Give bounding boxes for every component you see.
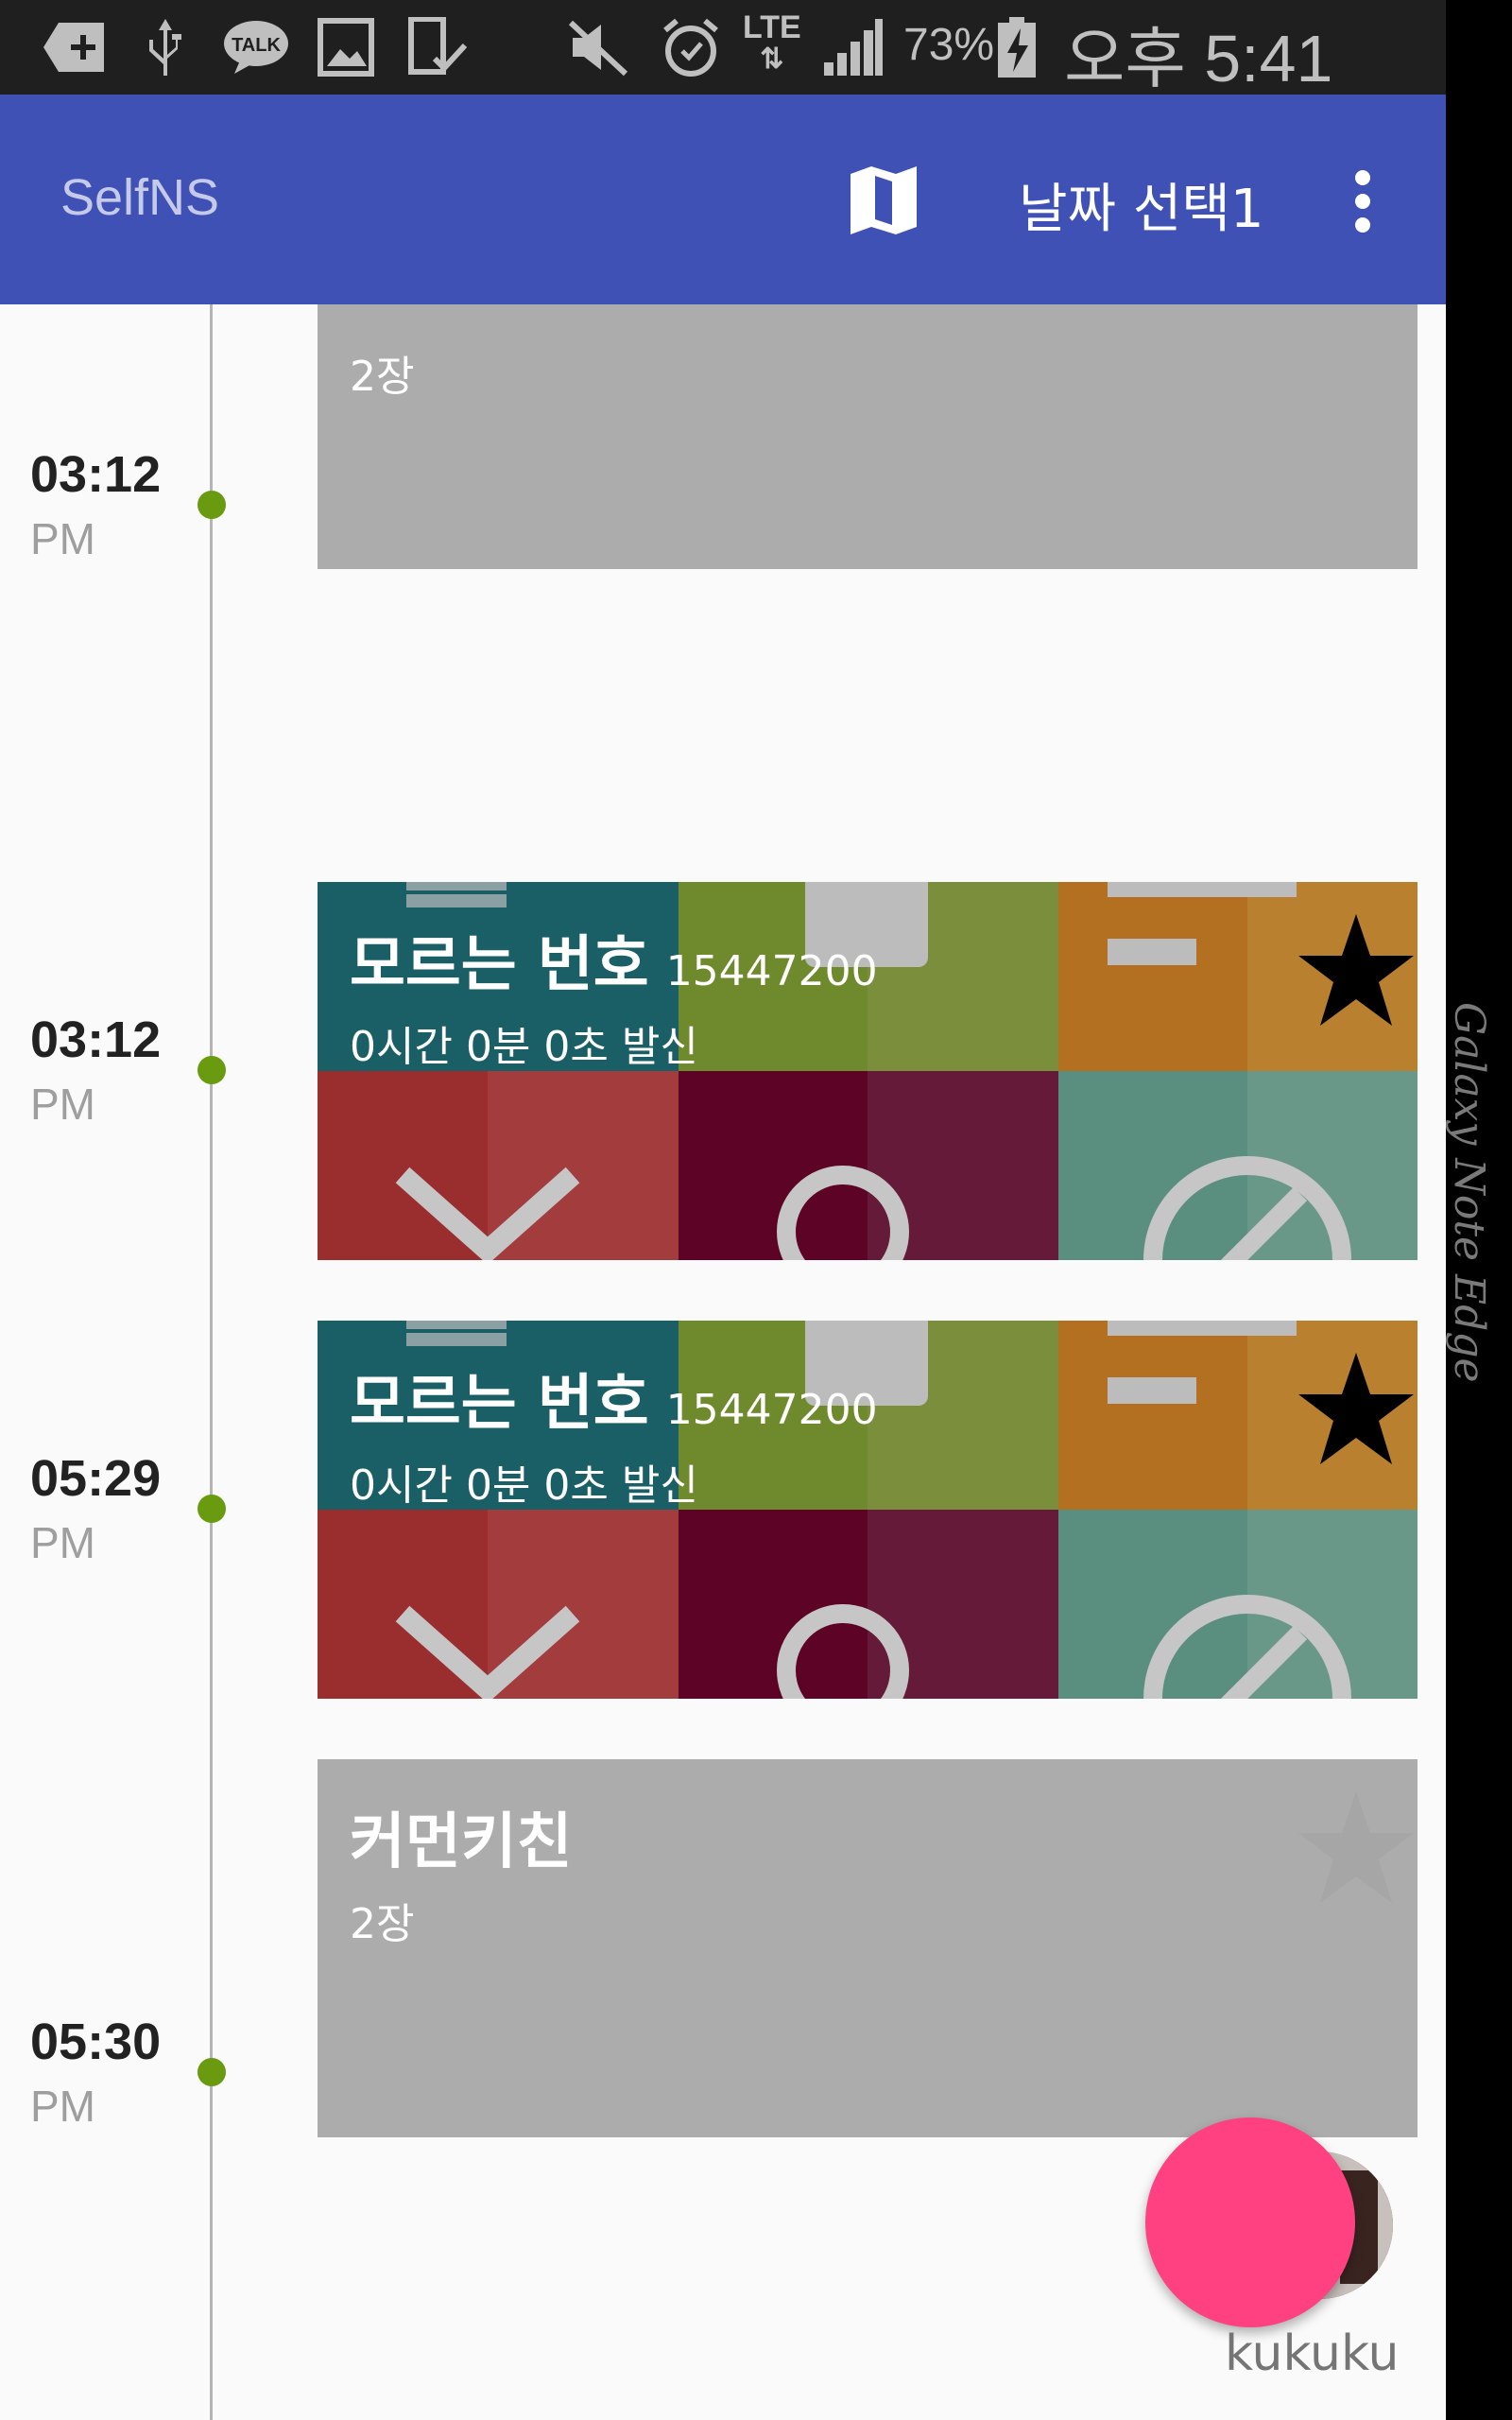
time-ampm: PM xyxy=(30,514,95,563)
timeline-time: 05:30 PM xyxy=(30,2014,161,2135)
photo-card[interactable]: 2장 xyxy=(318,304,1418,569)
timeline-dot xyxy=(198,1056,226,1084)
timeline-time: 03:12 PM xyxy=(30,1011,161,1132)
caller-number: 15447200 xyxy=(665,1386,878,1434)
lte-data-icon: LTE ⇅ xyxy=(743,9,801,75)
status-bar: TALK LTE ⇅ 73% 오후 5:41 xyxy=(0,0,1446,95)
star-outline-icon[interactable] xyxy=(1295,1789,1418,1907)
fab-button[interactable] xyxy=(1145,2118,1355,2327)
photo-card[interactable]: 커먼키친 2장 xyxy=(318,1759,1418,2137)
time-ampm: PM xyxy=(30,1518,95,1567)
photo-count: 2장 xyxy=(350,1900,415,1948)
talk-icon-label: TALK xyxy=(232,35,281,56)
place-name: 커먼키친 xyxy=(350,1807,573,1877)
call-card[interactable]: 모르는 번호 15447200 0시간 0분 0초 발신 xyxy=(318,1321,1418,1699)
caller-name: 모르는 번호 15447200 xyxy=(350,916,878,1003)
timeline-list[interactable]: 03:12 PM 2장 03:12 PM 모르는 번호 15447200 0시간… xyxy=(0,304,1446,2420)
mute-icon xyxy=(568,20,628,77)
time-ampm: PM xyxy=(30,2082,95,2131)
call-detail: 0시간 0분 0초 발신 xyxy=(350,1023,698,1071)
more-options-icon[interactable] xyxy=(1340,168,1385,234)
star-icon[interactable] xyxy=(1295,1351,1418,1468)
caller-name-text: 모르는 번호 xyxy=(350,1369,649,1439)
timeline-dot xyxy=(198,1495,226,1523)
timeline-time: 03:12 PM xyxy=(30,446,161,567)
caller-number: 15447200 xyxy=(665,947,878,995)
alarm-icon xyxy=(663,18,718,77)
time-value: 03:12 xyxy=(30,446,162,503)
date-select-button[interactable]: 날짜 선택1 xyxy=(1019,166,1264,243)
add-icon xyxy=(43,23,104,72)
timeline-dot xyxy=(198,491,226,519)
app-bar: SelfNS 날짜 선택1 xyxy=(0,95,1446,304)
network-label: LTE xyxy=(743,9,801,45)
usb-icon xyxy=(149,19,181,76)
edge-panel-label: Galaxy Note Edge xyxy=(1445,1002,1493,1383)
time-ampm: PM xyxy=(30,1080,95,1129)
timeline-line xyxy=(210,304,213,2420)
status-time: 오후 5:41 xyxy=(1064,22,1333,95)
timeline-dot xyxy=(198,2058,226,2086)
call-detail: 0시간 0분 0초 발신 xyxy=(350,1461,698,1510)
caller-name: 모르는 번호 15447200 xyxy=(350,1355,878,1442)
timeline-time: 05:29 PM xyxy=(30,1450,161,1571)
battery-charging-icon xyxy=(998,17,1036,78)
app-title: SelfNS xyxy=(60,169,220,226)
device-check-icon xyxy=(408,17,468,75)
map-icon[interactable] xyxy=(849,164,919,236)
signal-icon xyxy=(824,19,883,76)
time-value: 05:29 xyxy=(30,1450,162,1507)
star-icon[interactable] xyxy=(1295,912,1418,1029)
call-card[interactable]: 모르는 번호 15447200 0시간 0분 0초 발신 xyxy=(318,882,1418,1260)
photo-count: 2장 xyxy=(350,353,415,401)
time-value: 05:30 xyxy=(30,2014,162,2070)
time-value: 03:12 xyxy=(30,1011,162,1068)
talk-icon: TALK xyxy=(224,21,288,74)
battery-percent: 73% xyxy=(903,20,995,70)
gallery-icon xyxy=(318,18,374,77)
caller-name-text: 모르는 번호 xyxy=(350,930,649,1000)
profile-name: kukuku xyxy=(1225,2325,1400,2382)
